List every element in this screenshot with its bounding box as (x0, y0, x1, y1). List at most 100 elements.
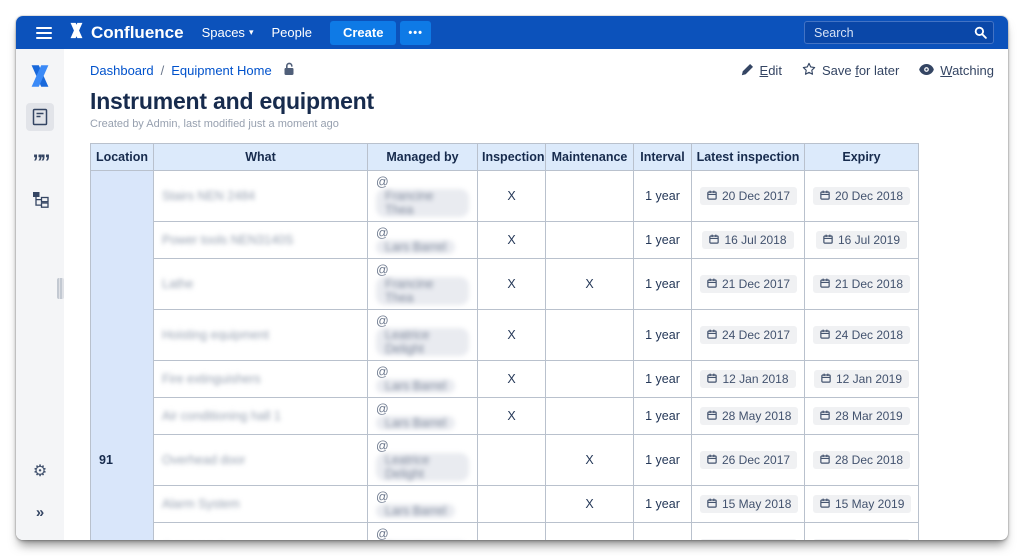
mention-at-symbol: @ (376, 314, 389, 328)
more-button[interactable]: ••• (400, 20, 431, 45)
latest-inspection-cell: 24 Dec 2017 (691, 309, 805, 361)
interval-cell: 1 year (633, 360, 692, 398)
mention-at-symbol: @ (376, 263, 389, 277)
managed-by-cell: @ Lars Barrel (367, 397, 478, 435)
latest-inspection-cell: 28 May 2018 (691, 397, 805, 435)
nav-spaces[interactable]: Spaces ▾ (202, 25, 254, 40)
date-lozenge: 20 Dec 2017 (700, 187, 798, 205)
confluence-logo[interactable]: Confluence (68, 22, 184, 44)
nav-people[interactable]: People (271, 25, 311, 40)
date-lozenge: 24 Dec 2017 (700, 326, 798, 344)
maintenance-cell (545, 397, 634, 435)
date-text: 21 Dec 2018 (835, 277, 904, 291)
date-lozenge: 21 Dec 2018 (813, 275, 911, 293)
edit-button[interactable]: Edit (741, 63, 782, 79)
table-row: Lathe @ Francine Thea X X 1 year 21 Dec 2017 2… (91, 258, 919, 310)
breadcrumb-dashboard[interactable]: Dashboard (90, 63, 154, 78)
user-mention-redacted[interactable]: Leatrice Delight (376, 328, 469, 356)
inspection-cell: X (477, 522, 546, 540)
eye-icon (919, 63, 935, 78)
date-text: 26 Dec 2017 (722, 453, 791, 467)
date-lozenge: 28 Mar 2019 (813, 407, 910, 425)
table-row: Crane track@ Francine TheaX 1 year 26 Sep … (91, 522, 919, 540)
sidebar-resize-handle[interactable] (57, 278, 64, 299)
managed-by-cell: @ Francine Thea (367, 522, 478, 540)
date-text: 20 Dec 2018 (835, 189, 904, 203)
unlock-icon[interactable] (282, 62, 296, 79)
maintenance-cell (545, 360, 634, 398)
col-expiry: Expiry (804, 143, 919, 171)
col-latest-inspection: Latest inspection (691, 143, 805, 171)
managed-by-cell: @ Leatrice Delight (367, 309, 478, 361)
date-text: 12 Jan 2019 (835, 372, 903, 386)
user-mention-redacted[interactable]: Francine Thea (376, 277, 469, 305)
date-text: 15 May 2018 (722, 497, 792, 511)
user-mention-redacted[interactable]: Francine Thea (376, 189, 469, 217)
user-mention-redacted[interactable]: Lars Barrel (376, 416, 456, 430)
managed-by-cell: @ Francine Thea (367, 170, 478, 222)
user-mention-redacted[interactable]: Lars Barrel (376, 379, 456, 393)
page-tree-icon[interactable] (26, 185, 54, 213)
date-lozenge: 15 May 2018 (700, 495, 799, 513)
save-for-later-button[interactable]: Save for later (802, 62, 899, 79)
interval-cell: 1 year (633, 258, 692, 310)
expand-sidebar-icon[interactable]: » (26, 498, 54, 526)
mention-at-symbol: @ (376, 402, 389, 416)
calendar-icon (707, 372, 718, 386)
latest-inspection-cell: 26 Dec 2017 (691, 434, 805, 486)
calendar-icon (820, 328, 830, 342)
user-mention-redacted[interactable]: Leatrice Delight (376, 453, 469, 481)
inspection-cell: X (477, 360, 546, 398)
create-button[interactable]: Create (329, 20, 397, 45)
expiry-cell: 21 Dec 2018 (804, 258, 919, 310)
what-cell: Air conditioning hall 1 (153, 397, 368, 435)
calendar-icon (707, 453, 717, 467)
table-row: Fire extinguishers @ Lars Barrel X 1 year 12… (91, 360, 919, 398)
watching-button[interactable]: Watching (919, 63, 994, 78)
breadcrumb-separator: / (160, 63, 165, 78)
sidebar-bottom-group: ⚙ » (26, 457, 54, 526)
calendar-icon (707, 409, 717, 423)
equipment-table: Location What Managed by Inspection Main… (90, 143, 919, 540)
user-mention-redacted[interactable]: Lars Barrel (376, 504, 456, 518)
maintenance-cell (545, 522, 634, 540)
date-text: 15 May 2019 (835, 497, 905, 511)
breadcrumb-equipment-home[interactable]: Equipment Home (171, 63, 271, 78)
search-input[interactable] (804, 21, 994, 44)
equipment-table-body: 91 Stairs NEN 2484 @ Francine Thea X 1 year 2… (90, 170, 919, 540)
user-mention-redacted[interactable]: Lars Barrel (376, 240, 456, 254)
menu-icon[interactable] (36, 26, 52, 39)
mention-at-symbol: @ (376, 439, 389, 453)
blog-quote-icon[interactable]: ”” (26, 144, 54, 173)
pages-icon[interactable] (26, 103, 54, 131)
date-lozenge: 26 Dec 2017 (700, 451, 798, 469)
what-text-redacted: Air conditioning hall 1 (162, 409, 281, 423)
expiry-cell: 24 Dec 2018 (804, 309, 919, 361)
interval-cell: 1 year (633, 485, 692, 523)
main-content: Dashboard / Equipment Home Edit Save for… (64, 49, 1008, 540)
search-icon[interactable] (974, 26, 987, 42)
expiry-cell: 12 Jan 2019 (804, 360, 919, 398)
latest-inspection-cell: 12 Jan 2018 (691, 360, 805, 398)
app-window: Confluence Spaces ▾ People Create ••• Se… (16, 16, 1008, 540)
inspection-cell: X (477, 309, 546, 361)
table-row: Hoisting equipment @ Leatrice Delight X 1 y… (91, 309, 919, 361)
breadcrumb: Dashboard / Equipment Home (90, 62, 296, 79)
col-interval: Interval (633, 143, 692, 171)
what-text-redacted: Power tools NEN3140S (162, 233, 294, 247)
inspection-cell: X (477, 221, 546, 259)
maintenance-cell: X (545, 434, 634, 486)
what-cell: Power tools NEN3140S (153, 221, 368, 259)
interval-cell: 1 year (633, 522, 692, 540)
calendar-icon (707, 189, 717, 203)
space-logo-icon[interactable] (26, 62, 54, 90)
calendar-icon (820, 497, 830, 511)
calendar-icon (820, 189, 830, 203)
chevron-down-icon: ▾ (248, 27, 254, 37)
date-lozenge: 28 May 2018 (700, 407, 799, 425)
date-text: 21 Dec 2017 (722, 277, 791, 291)
inspection-cell (477, 485, 546, 523)
latest-inspection-cell: 20 Dec 2017 (691, 170, 805, 222)
settings-gear-icon[interactable]: ⚙ (26, 457, 54, 485)
expiry-cell: 28 Dec 2018 (804, 434, 919, 486)
